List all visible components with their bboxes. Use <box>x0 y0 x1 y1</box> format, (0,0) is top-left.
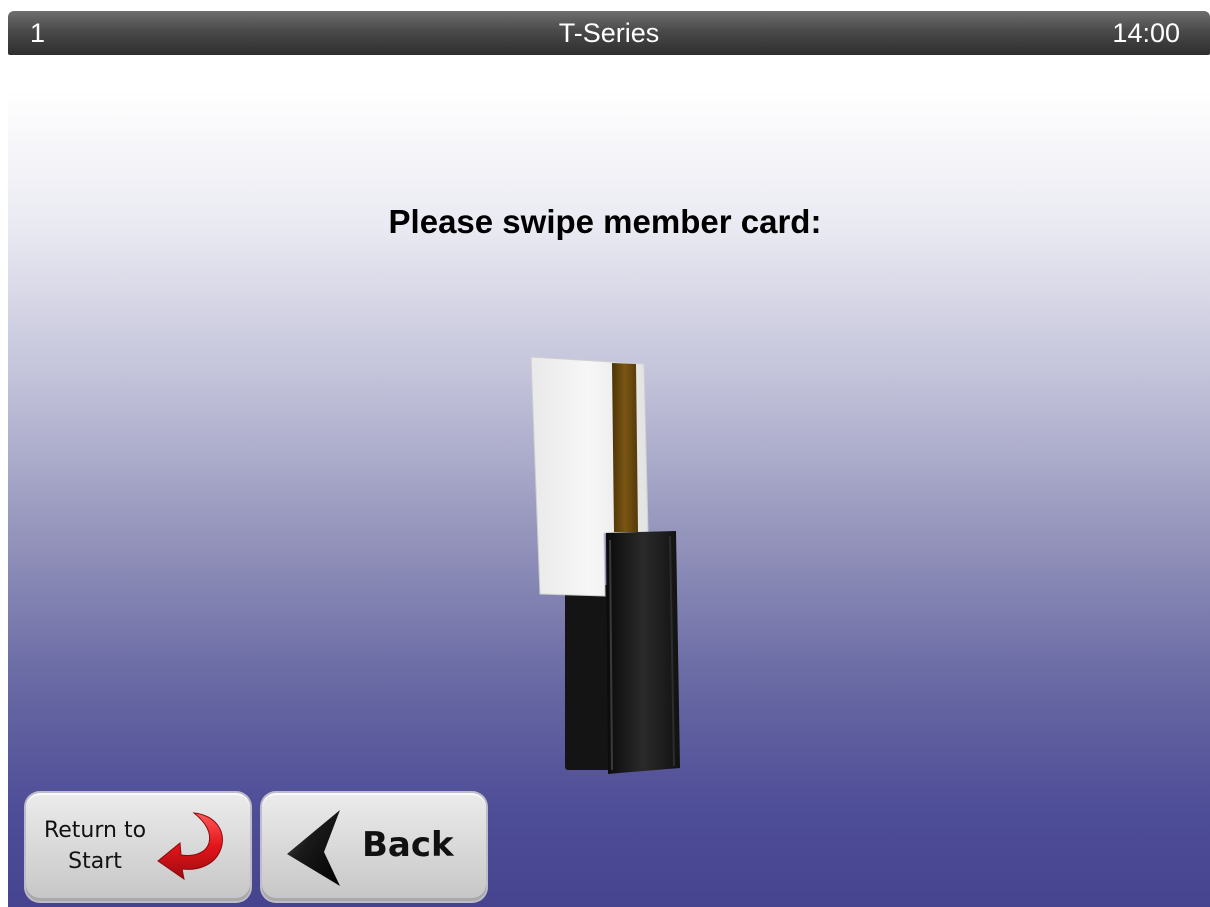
app-title: T-Series <box>558 18 660 48</box>
status-bar: 1 T-Series 14:00 <box>8 11 1210 55</box>
return-to-start-line1: Return to <box>43 818 147 843</box>
swipe-prompt: Please swipe member card: <box>388 203 822 240</box>
back-label: Back <box>362 825 454 865</box>
clock: 14:00 <box>1112 18 1180 48</box>
return-to-start-button[interactable]: Return to Start <box>26 793 250 901</box>
kiosk-screen: 1 T-Series 14:00 Please swipe member car… <box>0 0 1210 907</box>
back-button[interactable]: Back <box>262 793 486 901</box>
card-reader-icon <box>530 356 680 774</box>
return-to-start-label: Return to Start <box>40 815 150 877</box>
return-arrow-icon <box>157 812 223 881</box>
return-to-start-line2: Start <box>68 849 122 874</box>
back-arrow-icon <box>287 810 340 886</box>
